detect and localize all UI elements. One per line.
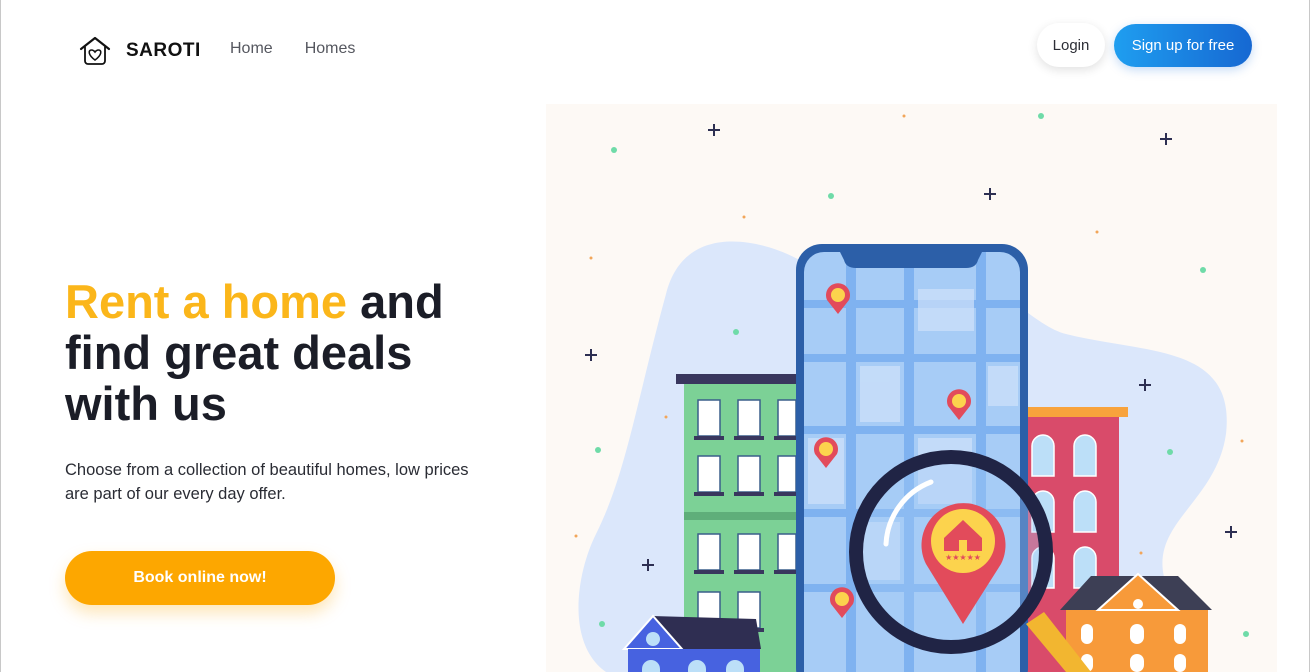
hero-title-rest: and	[347, 275, 444, 328]
brand[interactable]: SAROTI	[78, 34, 201, 68]
house-heart-icon	[79, 36, 111, 65]
orange-house	[1060, 572, 1212, 672]
rating-stars: ★★★★★	[945, 553, 981, 562]
window-edge-left	[0, 0, 1, 672]
main-nav: Home Homes	[230, 40, 355, 58]
blue-house	[621, 614, 761, 672]
hero-subtitle: Choose from a collection of beautiful ho…	[65, 461, 469, 503]
book-online-button[interactable]: Book online now!	[65, 551, 335, 605]
hero-title-line2: find great deals	[65, 326, 413, 379]
brand-name: SAROTI	[126, 40, 201, 61]
nav-item-homes[interactable]: Homes	[305, 40, 356, 58]
login-button[interactable]: Login	[1037, 23, 1105, 67]
nav-item-home[interactable]: Home	[230, 40, 273, 58]
hero-title-line3: with us	[65, 377, 227, 430]
hero-title: Rent a home and find great deals with us	[65, 276, 495, 429]
city-map-search-illustration: ★★★★★	[546, 104, 1277, 672]
signup-button[interactable]: Sign up for free	[1114, 24, 1252, 67]
hero-title-accent: Rent a home	[65, 275, 348, 328]
